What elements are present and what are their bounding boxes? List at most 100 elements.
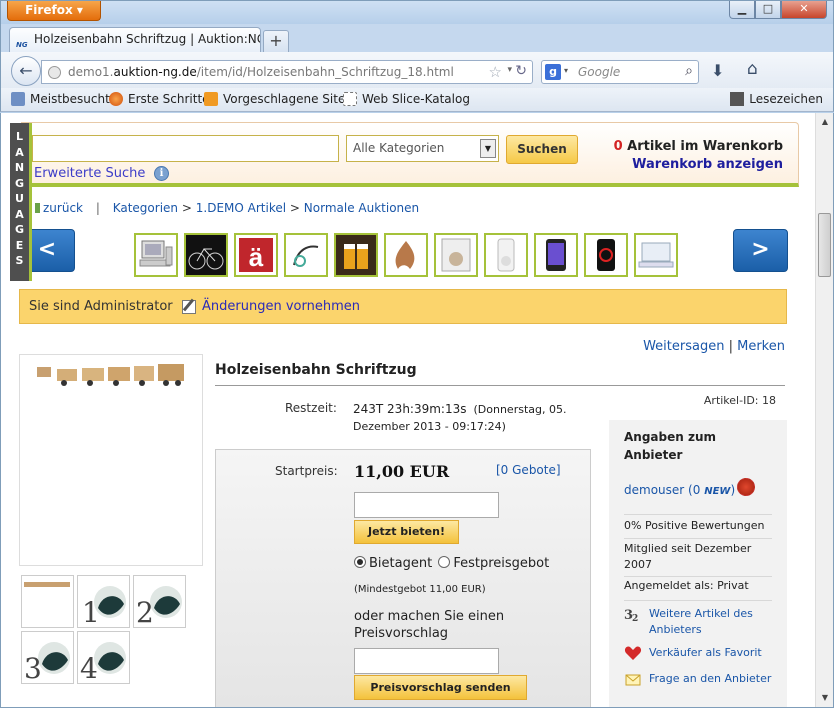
- breadcrumb-arrow: >: [181, 201, 192, 215]
- cart-count: 0: [613, 139, 623, 154]
- bookmark-suggested-sites[interactable]: Vorgeschlagene Sites: [204, 92, 352, 106]
- fire-icon: [395, 241, 415, 269]
- firefox-menu-button[interactable]: Firefox ▾: [7, 1, 101, 21]
- seller-score: (0: [688, 483, 701, 497]
- seller-more-items-label: Weitere Artikel des Anbieters: [649, 607, 753, 636]
- seal-icon: [737, 478, 755, 496]
- bookmark-label: Erste Schritte: [128, 92, 210, 106]
- bookmarks-menu[interactable]: Lesezeichen: [730, 92, 823, 106]
- radio-bid-agent-label: Bietagent: [369, 556, 433, 571]
- carousel-thumb-music-player[interactable]: [584, 233, 628, 277]
- advanced-search-link[interactable]: Erweiterte Suche: [34, 166, 145, 181]
- bookmark-most-visited[interactable]: Meistbesucht: [11, 92, 110, 106]
- seller-positive-ratings: 0% Positive Bewertungen: [624, 519, 765, 532]
- carousel-thumb-cat-book[interactable]: [434, 233, 478, 277]
- url-history-dropdown-icon[interactable]: ▾: [507, 65, 512, 75]
- url-prefix: demo1.: [68, 65, 114, 79]
- breadcrumb-back-link[interactable]: zurück: [43, 201, 83, 215]
- edit-changes-link[interactable]: Änderungen vornehmen: [202, 299, 360, 314]
- back-button[interactable]: ←: [11, 56, 41, 86]
- maximize-icon[interactable]: □: [755, 1, 781, 19]
- item-title: Holzeisenbahn Schriftzug: [215, 362, 417, 378]
- breadcrumb-categories[interactable]: Kategorien: [113, 201, 178, 215]
- wooden-train-thumb: [24, 582, 70, 587]
- gallery-thumb-1[interactable]: 1: [77, 575, 130, 628]
- gallery-number: 3: [24, 652, 42, 683]
- breadcrumb-normal-auctions[interactable]: Normale Auktionen: [304, 201, 419, 215]
- close-window-icon[interactable]: ✕: [781, 1, 827, 19]
- svg-text:ä: ä: [249, 242, 264, 272]
- window-titlebar: Firefox ▾ ▁ □ ✕: [0, 0, 834, 24]
- carousel-thumb-phone[interactable]: [534, 233, 578, 277]
- seller-favorite-link[interactable]: Verkäufer als Favorit: [624, 645, 784, 661]
- bookmark-star-icon[interactable]: ☆: [489, 63, 502, 81]
- tab-active[interactable]: NG Holzeisenbahn Schriftzug | Auktion:NG…: [9, 27, 261, 52]
- radio-fixed-price-label: Festpreisgebot: [453, 556, 550, 571]
- browser-search-box[interactable]: g ▾ Google ⌕: [541, 60, 699, 84]
- tell-a-friend-link[interactable]: Weitersagen: [643, 339, 724, 354]
- search-button[interactable]: Suchen: [506, 135, 578, 164]
- search-panel: Alle Kategorien ▼ Suchen Erweiterte Suche…: [21, 122, 799, 187]
- reload-icon[interactable]: ↻: [515, 63, 527, 79]
- window-controls: ▁ □ ✕: [729, 1, 827, 19]
- scrollbar-thumb[interactable]: [818, 213, 831, 277]
- carousel-thumb-beer[interactable]: [334, 233, 378, 277]
- google-engine-icon[interactable]: g: [545, 64, 561, 80]
- radio-fixed-price[interactable]: [438, 556, 451, 568]
- tab-title: Holzeisenbahn Schriftzug | Auktion:NG -.…: [34, 32, 261, 46]
- carousel-thumb-computer[interactable]: [134, 233, 178, 277]
- price-offer-input[interactable]: [354, 648, 499, 674]
- carousel-thumb-ipod[interactable]: [484, 233, 528, 277]
- search-placeholder: Google: [578, 65, 621, 79]
- bid-now-button[interactable]: Jetzt bieten!: [354, 520, 459, 544]
- send-price-offer-button[interactable]: Preisvorschlag senden: [354, 675, 527, 700]
- languages-tab-letter: A: [15, 207, 24, 221]
- bid-count-link[interactable]: [0 Gebote]: [496, 463, 561, 477]
- downloads-icon[interactable]: ⬇: [711, 61, 724, 80]
- carousel-next-button[interactable]: >: [733, 229, 788, 272]
- gallery-thumb-4[interactable]: 4: [77, 631, 130, 684]
- gallery-thumb-2[interactable]: 2: [133, 575, 186, 628]
- item-main-image[interactable]: [19, 354, 203, 566]
- carousel-thumb-fire[interactable]: [384, 233, 428, 277]
- breadcrumb-demo-articles[interactable]: 1.DEMO Artikel: [196, 201, 286, 215]
- firefox-menu-label: Firefox: [25, 3, 73, 17]
- site-favicon-icon: NG: [16, 41, 28, 49]
- page-scrollbar[interactable]: ▲ ▼: [815, 113, 833, 707]
- bid-amount-input[interactable]: [354, 492, 499, 518]
- numbers-icon: 32: [624, 608, 638, 622]
- search-icon[interactable]: ⌕: [685, 63, 693, 79]
- engine-dropdown-icon[interactable]: ▾: [564, 66, 568, 75]
- minimize-icon[interactable]: ▁: [729, 1, 755, 19]
- chevron-down-icon[interactable]: ▼: [480, 139, 496, 158]
- gallery-thumb-main[interactable]: [21, 575, 74, 628]
- view-cart-link[interactable]: Warenkorb anzeigen: [632, 157, 783, 172]
- seller-name-link[interactable]: demouser: [624, 483, 684, 497]
- price-offer-text: oder machen Sie einen Preisvorschlag: [354, 609, 505, 641]
- bookmark-web-slice[interactable]: Web Slice-Katalog: [343, 92, 470, 106]
- home-icon[interactable]: ⌂: [747, 59, 758, 79]
- languages-tab[interactable]: LANGUAGES: [10, 123, 32, 281]
- new-tab-button[interactable]: +: [263, 30, 289, 52]
- watchlist-link[interactable]: Merken: [737, 339, 785, 354]
- admin-bar: Sie sind Administrator Änderungen vorneh…: [19, 289, 787, 324]
- carousel-thumb-bicycle[interactable]: [184, 233, 228, 277]
- gallery-thumb-3[interactable]: 3: [21, 631, 74, 684]
- scroll-up-icon[interactable]: ▲: [817, 114, 833, 130]
- carousel-thumb-drawing-hand[interactable]: [284, 233, 328, 277]
- search-input[interactable]: [32, 135, 339, 162]
- bookmark-getting-started[interactable]: Erste Schritte: [109, 92, 210, 106]
- cart-count-label: Artikel im Warenkorb: [627, 139, 783, 154]
- carousel-thumb-letter[interactable]: ä: [234, 233, 278, 277]
- remaining-label: Restzeit:: [285, 401, 337, 415]
- carousel-thumb-laptop[interactable]: [634, 233, 678, 277]
- bookmark-folder-icon: [11, 92, 25, 106]
- radio-bid-agent[interactable]: [354, 556, 366, 568]
- article-id: Artikel-ID: 18: [703, 394, 776, 407]
- category-select[interactable]: Alle Kategorien ▼: [346, 135, 499, 162]
- info-icon[interactable]: i: [154, 166, 169, 181]
- scroll-down-icon[interactable]: ▼: [817, 690, 833, 706]
- url-bar[interactable]: demo1.auktion-ng.de/item/id/Holzeisenbah…: [41, 60, 533, 84]
- seller-more-items-link[interactable]: 32 Weitere Artikel des Anbieters: [624, 606, 784, 638]
- ask-seller-link[interactable]: Frage an den Anbieter: [624, 671, 784, 687]
